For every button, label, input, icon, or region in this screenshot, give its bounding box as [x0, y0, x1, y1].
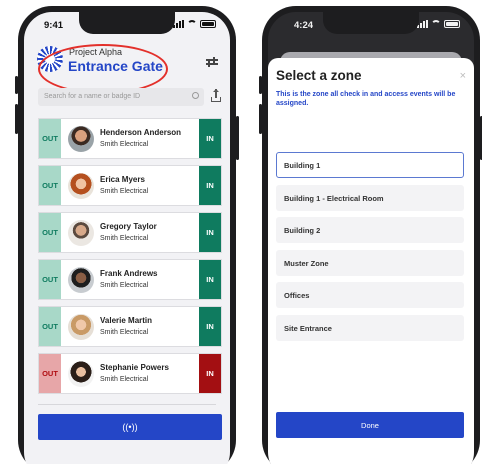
notch	[79, 12, 175, 34]
out-button[interactable]: OUT	[39, 260, 61, 299]
worker-row[interactable]: OUT Valerie Martin Smith Electrical IN	[38, 306, 222, 347]
in-button[interactable]: IN	[199, 213, 221, 252]
upload-icon[interactable]	[210, 89, 222, 103]
wifi-icon	[187, 20, 197, 28]
status-time: 4:24	[294, 20, 314, 31]
worker-company: Smith Electrical	[100, 188, 149, 195]
zone-option[interactable]: Site Entrance	[276, 314, 464, 341]
zone-option[interactable]: Offices	[276, 282, 464, 308]
worker-company: Smith Electrical	[100, 235, 149, 242]
close-icon[interactable]: ×	[460, 70, 466, 82]
out-button[interactable]: OUT	[39, 213, 61, 252]
worker-list: OUT Henderson Anderson Smith Electrical …	[38, 118, 222, 400]
worker-name: Gregory Taylor	[100, 222, 157, 231]
in-button[interactable]: IN	[199, 354, 221, 393]
worker-row[interactable]: OUT Erica Myers Smith Electrical IN	[38, 165, 222, 206]
in-button[interactable]: IN	[199, 119, 221, 158]
wifi-icon	[431, 20, 441, 28]
out-button[interactable]: OUT	[39, 166, 61, 205]
worker-name: Henderson Anderson	[100, 128, 182, 137]
worker-company: Smith Electrical	[100, 376, 149, 383]
filter-icon[interactable]	[206, 57, 218, 69]
avatar	[68, 173, 94, 199]
worker-row[interactable]: OUT Stephanie Powers Smith Electrical IN	[38, 353, 222, 394]
worker-row[interactable]: OUT Frank Andrews Smith Electrical IN	[38, 259, 222, 300]
phone-side-button	[15, 104, 18, 134]
zone-select-modal: Select a zone × This is the zone all che…	[268, 58, 474, 464]
phone-side-button	[15, 76, 18, 94]
search-placeholder: Search for a name or badge ID	[44, 93, 141, 100]
highlight-annotation	[38, 44, 168, 94]
status-time: 9:41	[44, 20, 64, 31]
worker-name: Frank Andrews	[100, 269, 158, 278]
worker-company: Smith Electrical	[100, 329, 149, 336]
phone-side-button	[259, 76, 262, 94]
worker-company: Smith Electrical	[100, 282, 149, 289]
notch	[323, 12, 419, 34]
worker-name: Valerie Martin	[100, 316, 153, 325]
in-button[interactable]: IN	[199, 260, 221, 299]
phone-side-button	[236, 116, 239, 160]
app-screen-sign-in: 9:41 Project Alpha Entrance Gate Search …	[24, 12, 230, 464]
avatar	[68, 314, 94, 340]
modal-description: This is the zone all check in and access…	[276, 91, 456, 107]
worker-name: Erica Myers	[100, 175, 145, 184]
done-button[interactable]: Done	[276, 412, 464, 438]
zone-option[interactable]: Building 1 - Electrical Room	[276, 184, 464, 211]
nfc-icon: ((•))	[122, 422, 138, 432]
zone-list: Building 1 Building 1 - Electrical Room …	[276, 152, 464, 347]
out-button[interactable]: OUT	[39, 354, 61, 393]
phone-left: 9:41 Project Alpha Entrance Gate Search …	[15, 6, 239, 464]
zone-option[interactable]: Building 2	[276, 217, 464, 243]
phone-right: 4:24 Select a zone × This is the zone al…	[259, 6, 482, 464]
phone-side-button	[259, 104, 262, 134]
app-header: Project Alpha Entrance Gate	[24, 38, 230, 94]
avatar	[68, 126, 94, 152]
zone-option-selected[interactable]: Building 1	[276, 152, 464, 178]
out-button[interactable]: OUT	[39, 119, 61, 158]
modal-title: Select a zone	[276, 68, 362, 83]
search-input[interactable]: Search for a name or badge ID	[38, 88, 204, 106]
worker-row[interactable]: OUT Gregory Taylor Smith Electrical IN	[38, 212, 222, 253]
avatar	[68, 220, 94, 246]
app-screen-zone-select: 4:24 Select a zone × This is the zone al…	[268, 12, 474, 464]
avatar	[68, 361, 94, 387]
zone-option[interactable]: Muster Zone	[276, 249, 464, 276]
avatar	[68, 267, 94, 293]
divider	[38, 404, 216, 405]
worker-name: Stephanie Powers	[100, 363, 169, 372]
search-icon	[192, 92, 199, 99]
in-button[interactable]: IN	[199, 166, 221, 205]
nfc-scan-button[interactable]: ((•))	[38, 414, 222, 440]
worker-row[interactable]: OUT Henderson Anderson Smith Electrical …	[38, 118, 222, 159]
battery-icon	[444, 20, 460, 28]
battery-icon	[200, 20, 216, 28]
out-button[interactable]: OUT	[39, 307, 61, 346]
worker-company: Smith Electrical	[100, 141, 149, 148]
in-button[interactable]: IN	[199, 307, 221, 346]
